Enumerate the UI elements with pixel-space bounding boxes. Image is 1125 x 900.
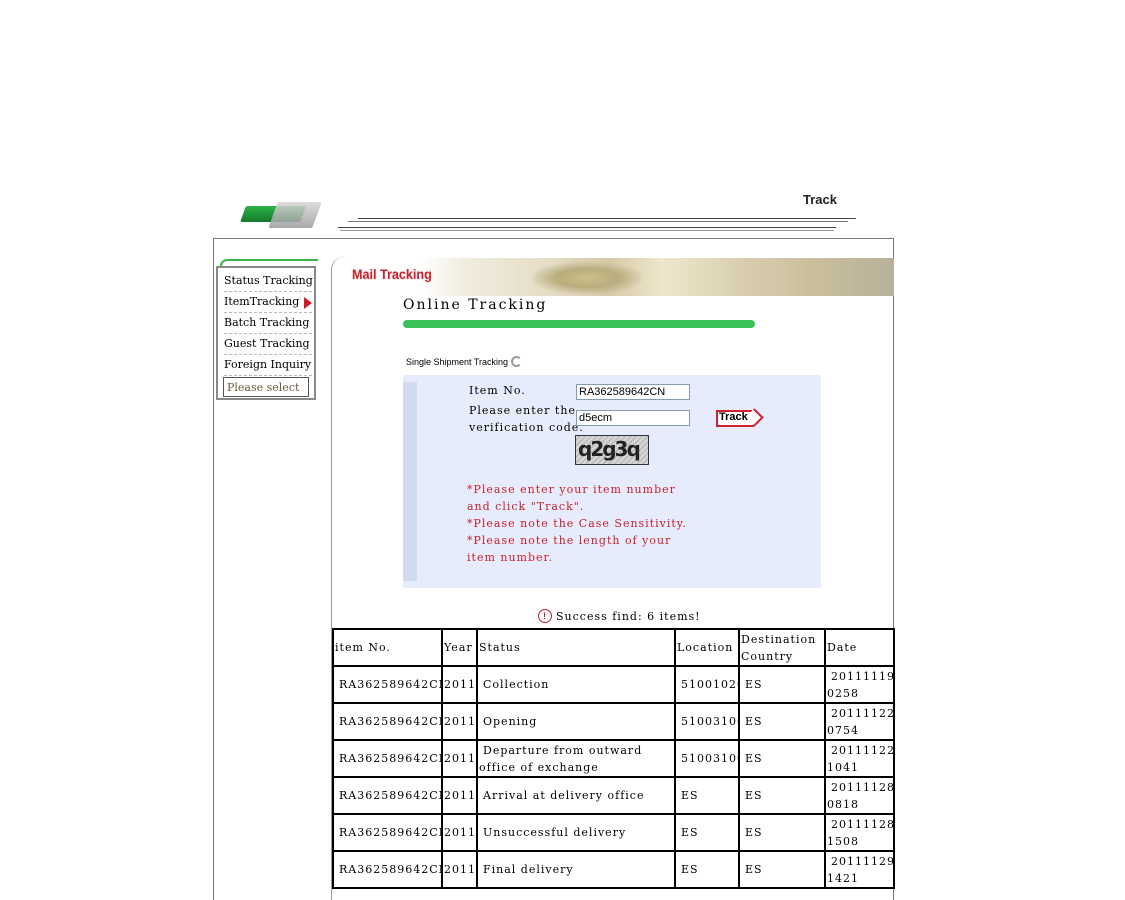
sidebar-item-guest-tracking[interactable]: Guest Tracking: [224, 334, 312, 355]
form-side-bar: [403, 382, 417, 581]
cell-year: 2011: [441, 739, 478, 778]
header-destination-country: Destination Country: [738, 628, 826, 667]
cell-year: 2011: [441, 850, 478, 889]
item-no-input[interactable]: [576, 384, 690, 400]
cell-year: 2011: [441, 776, 478, 815]
track-button-label: Track: [719, 411, 748, 423]
cell-status: Final delivery: [476, 850, 676, 889]
cell-date: 20111128 0818: [824, 776, 895, 815]
cell-status: Arrival at delivery office: [476, 776, 676, 815]
cell-status: Collection: [476, 665, 676, 704]
cell-status: Departure from outward office of exchang…: [476, 739, 676, 778]
cell-date: 20111128 1508: [824, 813, 895, 852]
cell-location: 51003100: [674, 702, 740, 741]
track-button[interactable]: Track: [716, 408, 764, 427]
sidebar-item-batch-tracking[interactable]: Batch Tracking: [224, 313, 312, 334]
cell-item-no: RA362589642CN: [332, 739, 443, 778]
note-item: *Please enter your item number and click…: [467, 483, 676, 513]
cell-year: 2011: [441, 813, 478, 852]
cell-item-no: RA362589642CN: [332, 813, 443, 852]
cell-year: 2011: [441, 665, 478, 704]
verification-label-line1: Please enter the: [469, 404, 576, 417]
cell-destination: ES: [738, 776, 826, 815]
page-header: Track: [213, 190, 895, 238]
cell-location: 51003100: [674, 739, 740, 778]
cell-destination: ES: [738, 702, 826, 741]
sidebar-menu: Status Tracking ItemTracking Batch Track…: [216, 266, 316, 400]
verification-label-line2: verification code.: [469, 421, 584, 434]
refresh-icon: [511, 356, 523, 367]
table-row: RA362589642CN 2011 Final delivery ES ES …: [332, 850, 895, 889]
cell-item-no: RA362589642CN: [332, 850, 443, 889]
verification-code-input[interactable]: [576, 410, 690, 426]
cell-destination: ES: [738, 850, 826, 889]
result-message-text: Success find: 6 items!: [556, 609, 701, 623]
cell-item-no: RA362589642CN: [332, 776, 443, 815]
sidebar-select[interactable]: Please select: [223, 377, 309, 397]
banner: Mail Tracking: [342, 258, 894, 296]
cell-destination: ES: [738, 739, 826, 778]
cell-location: 51001020: [674, 665, 740, 704]
cell-date: 20111129 1421: [824, 850, 895, 889]
cell-date: 20111122 1041: [824, 739, 895, 778]
active-arrow-icon: [304, 297, 312, 309]
cell-destination: ES: [738, 813, 826, 852]
note-item: *Please note the Case Sensitivity.: [467, 517, 688, 530]
cell-destination: ES: [738, 665, 826, 704]
page-title: Online Tracking: [403, 297, 548, 313]
captcha-image: q2g3q: [575, 435, 649, 465]
table-row: RA362589642CN 2011 Departure from outwar…: [332, 739, 895, 778]
header-status: Status: [476, 628, 676, 667]
table-row: RA362589642CN 2011 Opening 51003100 ES 2…: [332, 702, 895, 741]
table-header-row: item No. Year Status Location Destinatio…: [332, 628, 895, 667]
section-title: Single Shipment Tracking: [406, 356, 523, 367]
banner-title: Mail Tracking: [352, 266, 432, 282]
cell-status: Unsuccessful delivery: [476, 813, 676, 852]
alert-icon: !: [538, 609, 552, 623]
result-message: ! Success find: 6 items!: [538, 609, 701, 623]
sidebar-item-status-tracking[interactable]: Status Tracking: [224, 271, 313, 292]
header-date: Date: [824, 628, 895, 667]
sidebar-item-foreign-inquiry[interactable]: Foreign Inquiry: [224, 355, 312, 376]
table-row: RA362589642CN 2011 Unsuccessful delivery…: [332, 813, 895, 852]
cell-location: ES: [674, 813, 740, 852]
cell-status: Opening: [476, 702, 676, 741]
note-item: *Please note the length of your item num…: [467, 534, 672, 564]
cell-location: ES: [674, 776, 740, 815]
header-year: Year: [441, 628, 478, 667]
header-track-link[interactable]: Track: [803, 192, 837, 207]
header-item-no: item No.: [332, 628, 443, 667]
cell-location: ES: [674, 850, 740, 889]
cell-year: 2011: [441, 702, 478, 741]
cell-date: 20111122 0754: [824, 702, 895, 741]
banner-map-image: [532, 262, 642, 294]
cell-item-no: RA362589642CN: [332, 665, 443, 704]
results-table: item No. Year Status Location Destinatio…: [332, 628, 895, 889]
item-no-label: Item No.: [469, 384, 526, 397]
cell-item-no: RA362589642CN: [332, 702, 443, 741]
section-title-text: Single Shipment Tracking: [406, 356, 509, 367]
form-notes: *Please enter your item number and click…: [467, 481, 697, 566]
sidebar-item-label: ItemTracking: [224, 295, 300, 308]
table-row: RA362589642CN 2011 Collection 51001020 E…: [332, 665, 895, 704]
sidebar-item-item-tracking[interactable]: ItemTracking: [224, 292, 312, 313]
captcha-text: q2g3q: [578, 437, 641, 461]
cell-date: 20111119 0258: [824, 665, 895, 704]
title-underline-bar: [403, 320, 755, 328]
logo: [240, 202, 323, 228]
table-row: RA362589642CN 2011 Arrival at delivery o…: [332, 776, 895, 815]
header-divider: [338, 218, 863, 232]
header-location: Location: [674, 628, 740, 667]
